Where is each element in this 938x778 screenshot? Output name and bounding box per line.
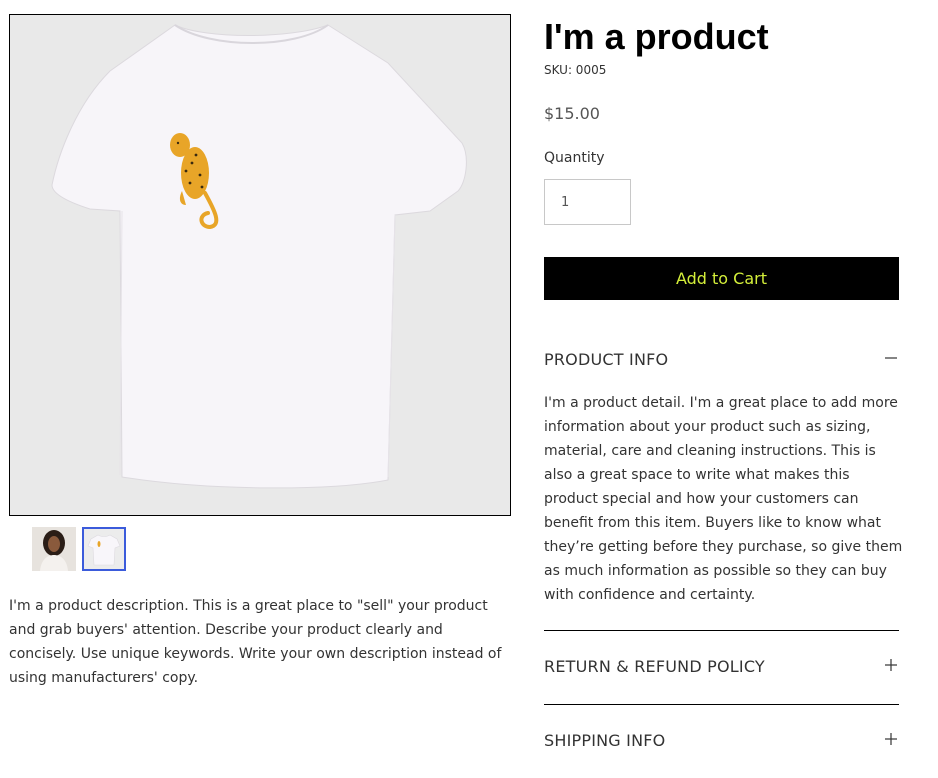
divider — [544, 630, 899, 631]
minus-icon — [883, 349, 899, 370]
accordion-title: SHIPPING INFO — [544, 730, 666, 750]
product-price: $15.00 — [544, 104, 600, 123]
accordion-title: PRODUCT INFO — [544, 349, 669, 369]
accordion-shipping-info-header[interactable]: SHIPPING INFO — [544, 728, 899, 752]
thumbnail-strip — [32, 527, 126, 571]
product-title: I'm a product — [544, 16, 769, 57]
accordion-return-refund-header[interactable]: RETURN & REFUND POLICY — [544, 654, 899, 678]
product-info-text: I'm a product detail. I'm a great place … — [544, 395, 903, 603]
thumbnail-model[interactable] — [32, 527, 76, 571]
product-sku: SKU: 0005 — [544, 63, 607, 77]
main-product-image[interactable] — [9, 14, 511, 516]
divider — [544, 704, 899, 705]
plus-icon — [883, 730, 899, 751]
quantity-label: Quantity — [544, 150, 605, 166]
quantity-input[interactable] — [544, 179, 631, 225]
add-to-cart-button[interactable]: Add to Cart — [544, 257, 899, 300]
accordion-title: RETURN & REFUND POLICY — [544, 656, 765, 676]
product-description: I'm a product description. This is a gre… — [9, 598, 502, 686]
accordion-product-info-header[interactable]: PRODUCT INFO — [544, 347, 899, 371]
thumbnail-tshirt[interactable] — [82, 527, 126, 571]
plus-icon — [883, 656, 899, 677]
